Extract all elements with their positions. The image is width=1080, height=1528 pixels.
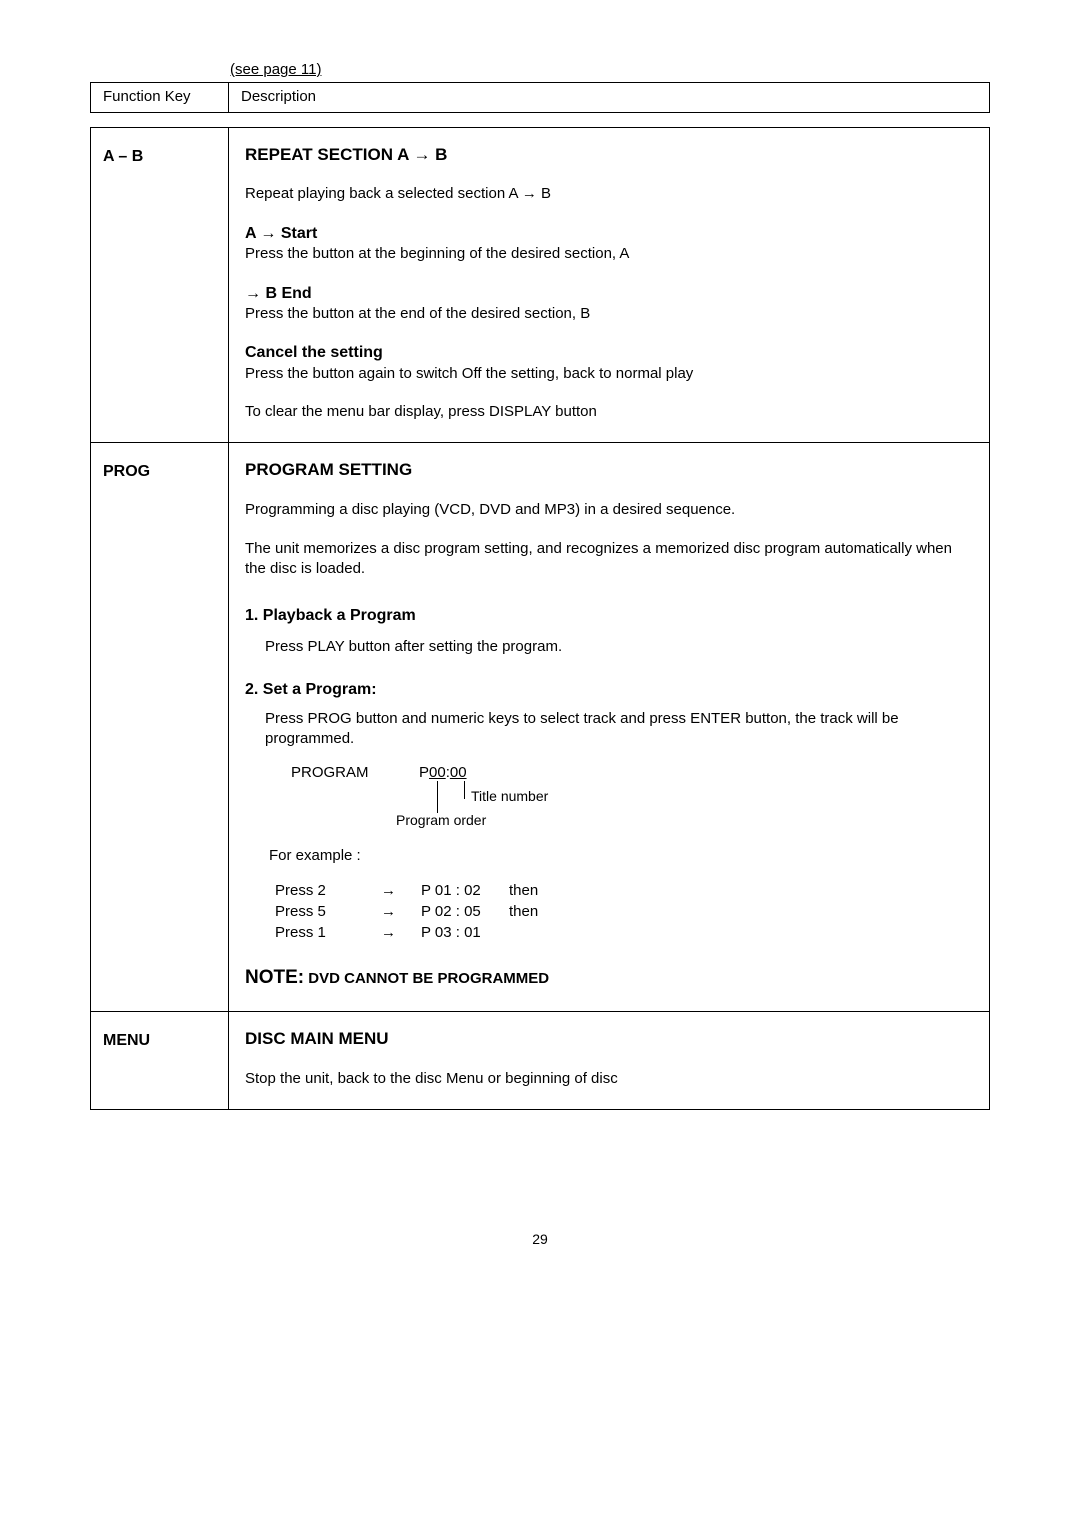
diagram-tick-right bbox=[464, 781, 465, 799]
desc-ab: REPEAT SECTION A → B Repeat playing back… bbox=[229, 127, 990, 443]
prog-set-heading: 2. Set a Program: bbox=[245, 679, 973, 701]
content-table: A – B REPEAT SECTION A → B Repeat playin… bbox=[90, 127, 990, 1111]
diagram-p-val1: 00 bbox=[429, 763, 446, 783]
prog-title: PROGRAM SETTING bbox=[245, 459, 973, 482]
diagram-program-order: Program order bbox=[396, 811, 486, 830]
prog-example-label: For example : bbox=[269, 846, 973, 866]
prog-playback-desc: Press PLAY button after setting the prog… bbox=[265, 637, 973, 657]
menu-desc: Stop the unit, back to the disc Menu or … bbox=[245, 1069, 973, 1089]
prog-playback-heading: 1. Playback a Program bbox=[245, 605, 973, 627]
desc-prog: PROGRAM SETTING Programming a disc playi… bbox=[229, 443, 990, 1012]
note-big-label: NOTE: bbox=[245, 967, 304, 988]
prog-diagram: PROGRAM P 00 : 00 Title number Program o… bbox=[291, 763, 973, 828]
diagram-title-number: Title number bbox=[471, 787, 548, 806]
key-menu: MENU bbox=[91, 1011, 229, 1109]
key-prog: PROG bbox=[91, 443, 229, 1012]
see-page-ref: (see page 11) bbox=[230, 60, 990, 80]
header-table: Function Key Description bbox=[90, 82, 990, 112]
ab-a-start-desc: Press the button at the beginning of the… bbox=[245, 244, 973, 264]
header-function-key: Function Key bbox=[91, 83, 229, 112]
diagram-p-prefix: P bbox=[419, 763, 429, 783]
diagram-p-val2: 00 bbox=[450, 763, 467, 783]
table-spacer bbox=[90, 113, 990, 127]
diagram-tick-left bbox=[437, 781, 438, 813]
row-ab: A – B REPEAT SECTION A → B Repeat playin… bbox=[91, 127, 990, 443]
press-row: Press 1 → P 03 : 01 bbox=[275, 923, 973, 943]
table-header-row: Function Key Description bbox=[91, 83, 990, 112]
ab-clear-text: To clear the menu bar display, press DIS… bbox=[245, 402, 973, 422]
prog-note: NOTE: DVD CANNOT BE PROGRAMMED bbox=[245, 965, 973, 991]
prog-intro: Programming a disc playing (VCD, DVD and… bbox=[245, 500, 973, 520]
diagram-program-label: PROGRAM bbox=[291, 763, 387, 783]
ab-b-end-desc: Press the button at the end of the desir… bbox=[245, 304, 973, 324]
row-prog: PROG PROGRAM SETTING Programming a disc … bbox=[91, 443, 990, 1012]
press-row: Press 2 → P 01 : 02 then bbox=[275, 881, 973, 901]
desc-menu: DISC MAIN MENU Stop the unit, back to th… bbox=[229, 1011, 990, 1109]
row-menu: MENU DISC MAIN MENU Stop the unit, back … bbox=[91, 1011, 990, 1109]
press-row: Press 5 → P 02 : 05 then bbox=[275, 902, 973, 922]
prog-set-desc: Press PROG button and numeric keys to se… bbox=[265, 709, 973, 750]
header-description: Description bbox=[229, 83, 990, 112]
menu-title: DISC MAIN MENU bbox=[245, 1028, 973, 1051]
ab-repeat-text: Repeat playing back a selected section A… bbox=[245, 184, 973, 204]
ab-cancel-title: Cancel the setting bbox=[245, 342, 973, 364]
prog-press-rows: Press 2 → P 01 : 02 then Press 5 → P 02 … bbox=[275, 881, 973, 944]
key-ab: A – B bbox=[91, 127, 229, 443]
prog-memorize: The unit memorizes a disc program settin… bbox=[245, 539, 973, 580]
ab-cancel-desc: Press the button again to switch Off the… bbox=[245, 364, 973, 384]
page-number: 29 bbox=[90, 1230, 990, 1249]
ab-b-end: → B End bbox=[245, 283, 973, 305]
note-small-label: DVD CANNOT BE PROGRAMMED bbox=[304, 970, 549, 987]
ab-a-start: A → Start bbox=[245, 223, 973, 245]
ab-title: REPEAT SECTION A → B bbox=[245, 144, 973, 167]
